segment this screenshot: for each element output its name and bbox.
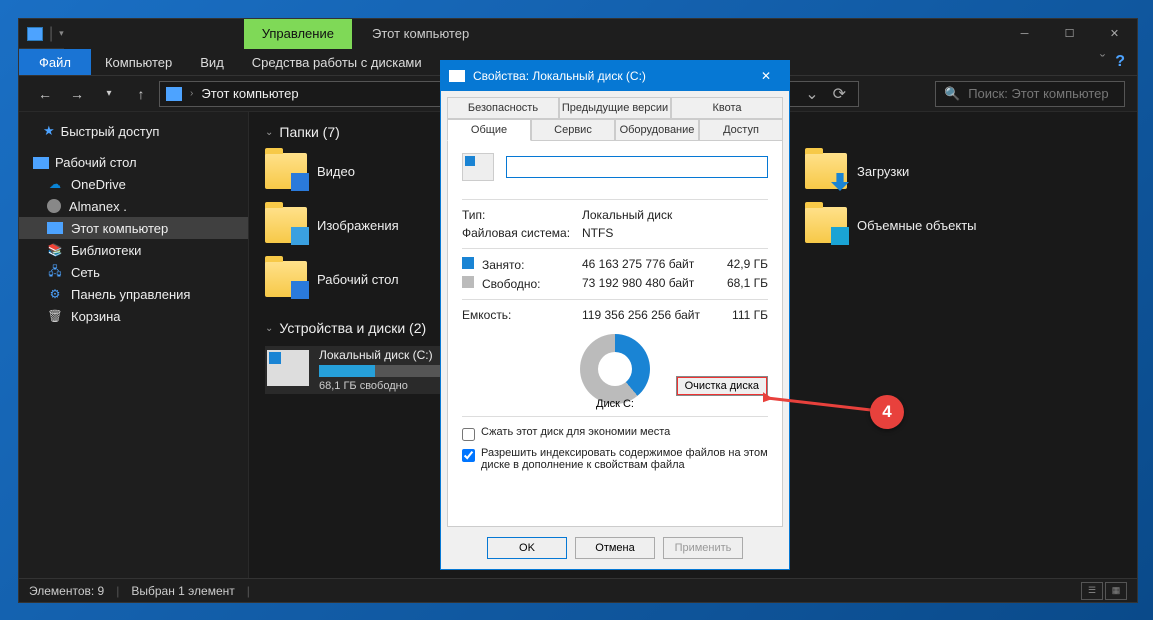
status-selected: Выбран 1 элемент: [131, 584, 234, 598]
address-text: Этот компьютер: [201, 86, 298, 101]
sidebar-item-thispc[interactable]: Этот компьютер: [19, 217, 248, 239]
titlebar: | ▾ Управление Этот компьютер ─ ☐ ✕: [19, 19, 1137, 49]
star-icon: ★: [43, 123, 55, 139]
ok-button[interactable]: OK: [487, 537, 567, 559]
folder-icon: [265, 207, 307, 243]
nav-back-button[interactable]: ←: [31, 80, 59, 108]
sidebar-desktop[interactable]: Рабочий стол: [19, 152, 248, 173]
desktop-icon: [33, 157, 49, 169]
status-count: Элементов: 9: [29, 584, 104, 598]
annotation-badge: 4: [870, 395, 904, 429]
menu-view[interactable]: Вид: [186, 49, 238, 75]
used-bytes: 46 163 275 776 байт: [582, 257, 708, 272]
tab-quota[interactable]: Квота: [671, 97, 783, 119]
window-title: Этот компьютер: [352, 19, 487, 49]
search-input[interactable]: 🔍 Поиск: Этот компьютер: [935, 81, 1125, 107]
drive-icon: [449, 70, 465, 82]
drive-icon: [462, 153, 494, 181]
cancel-button[interactable]: Отмена: [575, 537, 655, 559]
folder-video[interactable]: Видео: [265, 150, 465, 192]
control-panel-icon: ⚙: [47, 286, 63, 302]
refresh-icon[interactable]: ⟳: [833, 84, 846, 104]
sidebar-item-libraries[interactable]: 📚Библиотеки: [19, 239, 248, 261]
filesystem: NTFS: [582, 226, 768, 240]
ribbon-tab-manage[interactable]: Управление: [244, 19, 352, 49]
used-gb: 42,9 ГБ: [708, 257, 768, 272]
search-icon: 🔍: [944, 86, 960, 102]
search-placeholder: Поиск: Этот компьютер: [968, 86, 1108, 101]
folder-icon: [805, 153, 847, 189]
index-checkbox[interactable]: [462, 449, 475, 462]
tab-service[interactable]: Сервис: [531, 119, 615, 141]
ribbon-expand-icon[interactable]: ˇ: [1100, 53, 1105, 71]
usage-pie-chart: [580, 334, 650, 404]
free-bytes: 73 192 980 480 байт: [582, 276, 708, 291]
folder-downloads[interactable]: Загрузки: [805, 150, 1005, 192]
nav-history-button[interactable]: ▾: [95, 80, 123, 108]
sidebar: ★ Быстрый доступ Рабочий стол ☁OneDrive …: [19, 112, 249, 578]
tab-previous-versions[interactable]: Предыдущие версии: [559, 97, 671, 119]
minimize-button[interactable]: ─: [1002, 19, 1047, 49]
folder-icon: [265, 261, 307, 297]
free-swatch: [462, 276, 474, 288]
pie-label: Диск C:: [596, 398, 634, 410]
address-dropdown-icon[interactable]: ⌄: [805, 84, 818, 104]
folder-images[interactable]: Изображения: [265, 204, 465, 246]
libraries-icon: 📚: [47, 242, 63, 258]
dialog-title: Свойства: Локальный диск (C:): [473, 69, 646, 83]
view-icons-button[interactable]: ▦: [1105, 582, 1127, 600]
sidebar-item-onedrive[interactable]: ☁OneDrive: [19, 173, 248, 195]
used-swatch: [462, 257, 474, 269]
sidebar-item-network[interactable]: 🖧Сеть: [19, 261, 248, 283]
free-gb: 68,1 ГБ: [708, 276, 768, 291]
tab-access[interactable]: Доступ: [699, 119, 783, 141]
tab-security[interactable]: Безопасность: [447, 97, 559, 119]
nav-forward-button[interactable]: →: [63, 80, 91, 108]
nav-up-button[interactable]: ↑: [127, 80, 155, 108]
apply-button[interactable]: Применить: [663, 537, 743, 559]
pc-icon: [166, 87, 182, 101]
network-icon: 🖧: [47, 264, 63, 280]
pc-icon: [47, 222, 63, 234]
folder-icon: [805, 207, 847, 243]
drive-usage-bar: [319, 365, 459, 377]
drive-type: Локальный диск: [582, 208, 768, 222]
compress-checkbox[interactable]: [462, 428, 475, 441]
drive-name-input[interactable]: [506, 156, 768, 178]
sidebar-item-recycle-bin[interactable]: 🗑Корзина: [19, 305, 248, 327]
compress-checkbox-row[interactable]: Сжать этот диск для экономии места: [462, 423, 768, 444]
menu-file[interactable]: Файл: [19, 49, 91, 75]
sidebar-quick-access[interactable]: ★ Быстрый доступ: [33, 120, 248, 142]
menu-computer[interactable]: Компьютер: [91, 49, 186, 75]
menu-disk-tools[interactable]: Средства работы с дисками: [238, 49, 436, 75]
statusbar: Элементов: 9 | Выбран 1 элемент | ☰ ▦: [19, 578, 1137, 602]
bin-icon: 🗑: [47, 308, 63, 324]
dialog-titlebar[interactable]: Свойства: Локальный диск (C:) ✕: [441, 61, 789, 91]
help-icon[interactable]: ?: [1115, 53, 1125, 71]
cloud-icon: ☁: [47, 176, 63, 192]
view-details-button[interactable]: ☰: [1081, 582, 1103, 600]
sidebar-item-user[interactable]: Almanex .: [19, 195, 248, 217]
index-checkbox-row[interactable]: Разрешить индексировать содержимое файло…: [462, 444, 768, 474]
disk-cleanup-button[interactable]: Очистка диска: [676, 376, 768, 396]
drive-icon: [267, 350, 309, 386]
folder-icon: [265, 153, 307, 189]
pc-icon: [27, 27, 43, 41]
capacity-bytes: 119 356 256 256 байт: [582, 308, 708, 322]
close-button[interactable]: ✕: [1092, 19, 1137, 49]
maximize-button[interactable]: ☐: [1047, 19, 1092, 49]
folder-3dobjects[interactable]: Объемные объекты: [805, 204, 1005, 246]
user-icon: [47, 199, 61, 213]
sidebar-item-control-panel[interactable]: ⚙Панель управления: [19, 283, 248, 305]
properties-dialog: Свойства: Локальный диск (C:) ✕ Безопасн…: [440, 60, 790, 570]
capacity-gb: 111 ГБ: [708, 308, 768, 322]
tab-general[interactable]: Общие: [447, 119, 531, 141]
dialog-close-button[interactable]: ✕: [751, 61, 781, 91]
tab-hardware[interactable]: Оборудование: [615, 119, 699, 141]
folder-desktop[interactable]: Рабочий стол: [265, 258, 465, 300]
